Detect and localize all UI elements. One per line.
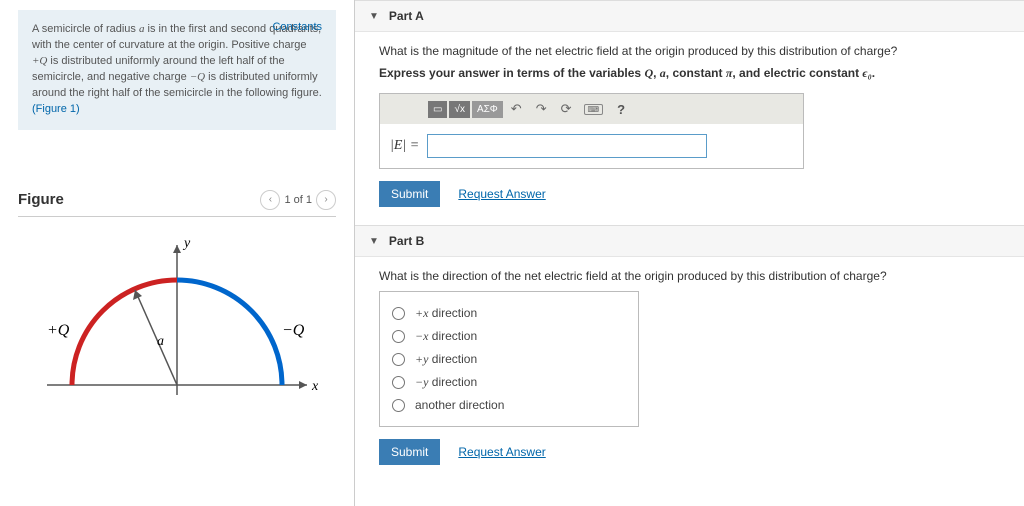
figure-page-indicator: 1 of 1	[284, 194, 312, 206]
option-minus-y[interactable]: −y direction	[392, 371, 626, 394]
part-b-header[interactable]: ▼ Part B	[355, 226, 1024, 257]
request-answer-link-a[interactable]: Request Answer	[458, 187, 545, 201]
option-plus-y[interactable]: +y direction	[392, 348, 626, 371]
svg-text:x: x	[311, 379, 319, 394]
equation-toolbar: ▭ √x ΑΣΦ ↶ ↷ ⟳ ⌨ ?	[380, 94, 803, 124]
svg-text:y: y	[182, 236, 191, 251]
symbols-tool[interactable]: ΑΣΦ	[472, 101, 503, 118]
reset-icon[interactable]: ⟳	[555, 101, 578, 117]
part-a-instruction: Express your answer in terms of the vari…	[379, 66, 1000, 81]
answer-input[interactable]	[427, 134, 707, 158]
svg-text:a: a	[157, 334, 164, 349]
keyboard-icon[interactable]: ⌨	[584, 104, 604, 115]
figure-next-button[interactable]: ›	[316, 190, 336, 210]
caret-down-icon: ▼	[369, 11, 379, 22]
svg-text:−Q: −Q	[282, 322, 305, 339]
figure-prev-button[interactable]: ‹	[260, 190, 280, 210]
caret-down-icon: ▼	[369, 236, 379, 247]
submit-button-b[interactable]: Submit	[379, 439, 440, 465]
constants-link[interactable]: Constants	[272, 20, 322, 36]
problem-text: A semicircle of radius a is in the first…	[32, 23, 322, 115]
part-a-question: What is the magnitude of the net electri…	[379, 44, 1000, 58]
answer-label: |E| =	[390, 138, 419, 154]
request-answer-link-b[interactable]: Request Answer	[458, 445, 545, 459]
semicircle-diagram: x y a +Q −Q	[27, 225, 327, 415]
part-a-header[interactable]: ▼ Part A	[355, 1, 1024, 32]
answer-box: ▭ √x ΑΣΦ ↶ ↷ ⟳ ⌨ ? |E| =	[379, 93, 804, 169]
option-plus-x[interactable]: +x direction	[392, 302, 626, 325]
sqrt-tool[interactable]: √x	[449, 101, 470, 118]
figure-title: Figure	[18, 191, 64, 208]
templates-tool[interactable]: ▭	[428, 101, 447, 118]
svg-text:+Q: +Q	[47, 322, 70, 339]
help-icon[interactable]: ?	[609, 102, 633, 117]
figure-ref-link[interactable]: (Figure 1)	[32, 103, 80, 115]
problem-statement: Constants A semicircle of radius a is in…	[18, 10, 336, 130]
divider	[18, 216, 336, 217]
option-another[interactable]: another direction	[392, 394, 626, 416]
option-minus-x[interactable]: −x direction	[392, 325, 626, 348]
part-a-title: Part A	[389, 9, 424, 23]
undo-icon[interactable]: ↶	[505, 101, 528, 117]
part-b-title: Part B	[389, 234, 424, 248]
part-b-question: What is the direction of the net electri…	[379, 269, 1000, 283]
options-box: +x direction −x direction +y direction −…	[379, 291, 639, 427]
redo-icon[interactable]: ↷	[530, 101, 553, 117]
submit-button-a[interactable]: Submit	[379, 181, 440, 207]
